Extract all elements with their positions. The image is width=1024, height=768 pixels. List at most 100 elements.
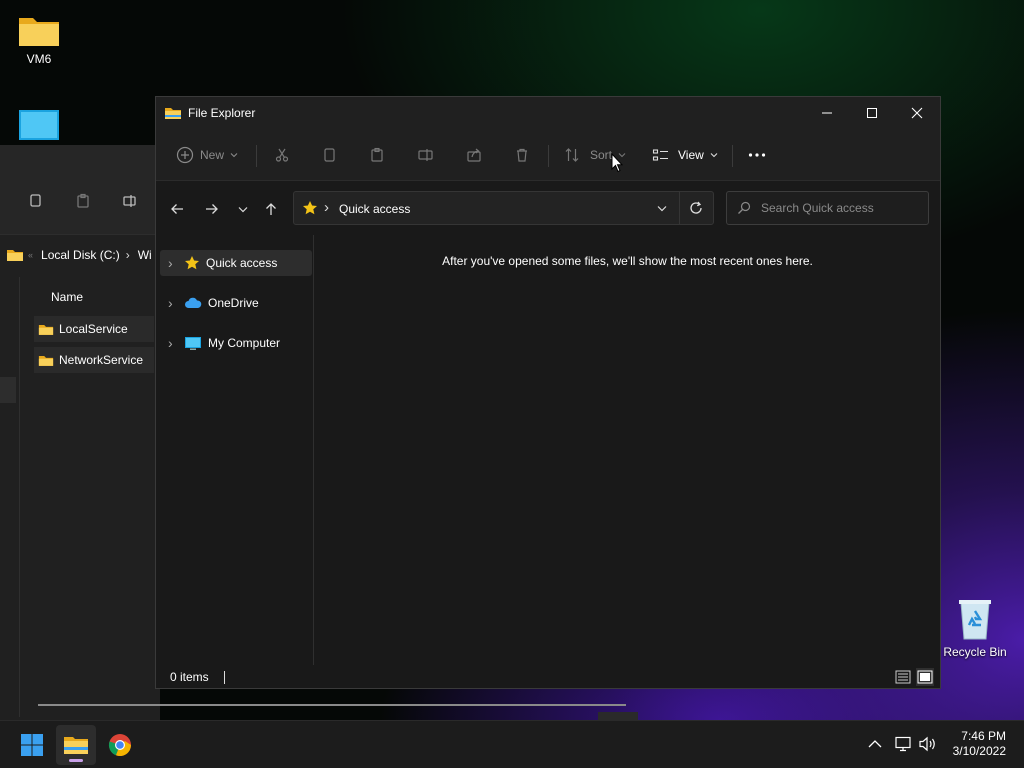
nav-item-label: Quick access: [206, 256, 278, 270]
maximize-button[interactable]: [849, 97, 895, 129]
rename-icon: [418, 149, 433, 161]
background-explorer-window[interactable]: « Local Disk (C:) › Wi Name LocalService…: [0, 145, 160, 720]
system-clock[interactable]: 7:46 PM 3/10/2022: [953, 729, 1006, 759]
paste-icon[interactable]: [75, 193, 91, 209]
folder-icon: [38, 355, 54, 366]
star-icon: [185, 256, 199, 270]
paste-button[interactable]: [369, 141, 385, 169]
background-nav-pane: [0, 277, 20, 717]
status-divider: [223, 670, 225, 684]
monitor-icon: [19, 110, 59, 140]
search-icon: [738, 201, 751, 214]
chevron-down-icon[interactable]: [657, 205, 667, 212]
recycle-bin-icon: [959, 600, 991, 640]
copy-button[interactable]: [321, 141, 337, 169]
desktop-icon-vm6[interactable]: VM6: [7, 12, 71, 66]
breadcrumb-overflow-icon[interactable]: «: [28, 250, 33, 260]
breadcrumb-item[interactable]: Local Disk (C:): [41, 248, 120, 262]
more-icon: [748, 153, 766, 157]
title-bar[interactable]: File Explorer: [156, 97, 940, 129]
up-button[interactable]: [257, 195, 285, 223]
expand-chevron-icon[interactable]: ›: [168, 295, 178, 311]
address-bar[interactable]: › Quick access: [293, 191, 714, 225]
file-explorer-icon: [64, 737, 88, 754]
rename-button[interactable]: [417, 141, 435, 169]
new-label: New: [200, 148, 225, 162]
folder-icon: [38, 324, 54, 335]
view-list-icon: [652, 149, 668, 161]
chevron-down-icon: [238, 206, 248, 212]
copy-icon: [324, 148, 335, 162]
command-bar: New Sort View: [156, 129, 940, 181]
item-count: 0 items: [170, 670, 209, 684]
details-view-button[interactable]: [894, 668, 912, 686]
refresh-icon[interactable]: [689, 201, 703, 215]
expand-chevron-icon[interactable]: ›: [168, 255, 178, 271]
view-button[interactable]: View: [652, 141, 718, 169]
nav-item-label: OneDrive: [208, 296, 259, 310]
plus-circle-icon: [176, 146, 194, 164]
desktop-icon-label: Recycle Bin: [943, 645, 1007, 659]
back-button[interactable]: [163, 195, 191, 223]
background-breadcrumb[interactable]: « Local Disk (C:) › Wi: [0, 240, 160, 270]
mouse-cursor-icon: [611, 153, 623, 173]
search-input[interactable]: [761, 201, 911, 215]
background-view-toggle[interactable]: [598, 712, 638, 720]
breadcrumb-item[interactable]: Wi: [138, 248, 152, 262]
start-icon: [21, 734, 43, 756]
chrome-icon: [108, 734, 132, 757]
taskbar-file-explorer[interactable]: [56, 725, 96, 765]
new-button[interactable]: New: [176, 141, 238, 169]
desktop-icon-recycle-bin[interactable]: Recycle Bin: [943, 597, 1007, 659]
background-scrollbar[interactable]: [38, 704, 626, 706]
volume-icon[interactable]: [918, 736, 938, 752]
column-header-name[interactable]: Name: [51, 290, 83, 304]
chevron-down-icon: [230, 153, 238, 158]
sort-label: Sort: [590, 148, 613, 162]
list-item-label: LocalService: [59, 322, 128, 336]
nav-item-quick-access[interactable]: › Quick access: [160, 250, 312, 276]
more-options-button[interactable]: [748, 141, 766, 169]
minimize-button[interactable]: [804, 97, 850, 129]
taskbar: 7:46 PM 3/10/2022: [0, 720, 1024, 768]
list-item-label: NetworkService: [59, 353, 144, 367]
paste-icon: [371, 147, 383, 162]
file-explorer-window[interactable]: File Explorer New Sort View › Quick acce…: [155, 96, 941, 689]
expand-chevron-icon[interactable]: ›: [168, 335, 178, 351]
address-location[interactable]: Quick access: [339, 202, 410, 216]
close-icon: [911, 107, 923, 119]
rename-icon[interactable]: [122, 193, 138, 209]
taskbar-chrome[interactable]: [100, 725, 140, 765]
scissors-icon: [275, 148, 289, 162]
cloud-icon: [185, 297, 202, 308]
content-area[interactable]: After you've opened some files, we'll sh…: [315, 235, 940, 665]
desktop-icon-label: VM6: [26, 52, 52, 66]
sort-icon: [565, 148, 579, 162]
forward-button[interactable]: [198, 195, 226, 223]
window-title: File Explorer: [188, 106, 256, 120]
recent-locations-button[interactable]: [229, 195, 257, 223]
nav-item-my-computer[interactable]: › My Computer: [160, 330, 312, 356]
nav-item-onedrive[interactable]: › OneDrive: [160, 290, 312, 316]
trash-icon: [517, 148, 527, 162]
desktop-icon-computer[interactable]: [7, 108, 71, 146]
empty-state-message: After you've opened some files, we'll sh…: [442, 254, 813, 268]
show-hidden-icons-chevron-icon[interactable]: [868, 739, 882, 749]
cut-button[interactable]: [274, 141, 290, 169]
background-nav-selection: [0, 377, 16, 403]
delete-button[interactable]: [514, 141, 530, 169]
tiles-view-icon: [917, 670, 933, 684]
network-icon[interactable]: [894, 736, 912, 752]
close-button[interactable]: [894, 97, 940, 129]
folder-icon: [19, 18, 59, 46]
list-item[interactable]: LocalService: [34, 316, 154, 342]
clock-date: 3/10/2022: [952, 744, 1006, 758]
list-item[interactable]: NetworkService: [34, 347, 154, 373]
share-button[interactable]: [466, 141, 482, 169]
start-button[interactable]: [12, 725, 52, 765]
tiles-view-button[interactable]: [916, 668, 934, 686]
copy-icon[interactable]: [27, 193, 43, 209]
search-box[interactable]: [726, 191, 929, 225]
navigation-bar: › Quick access: [156, 181, 940, 235]
folder-icon: [165, 108, 181, 119]
